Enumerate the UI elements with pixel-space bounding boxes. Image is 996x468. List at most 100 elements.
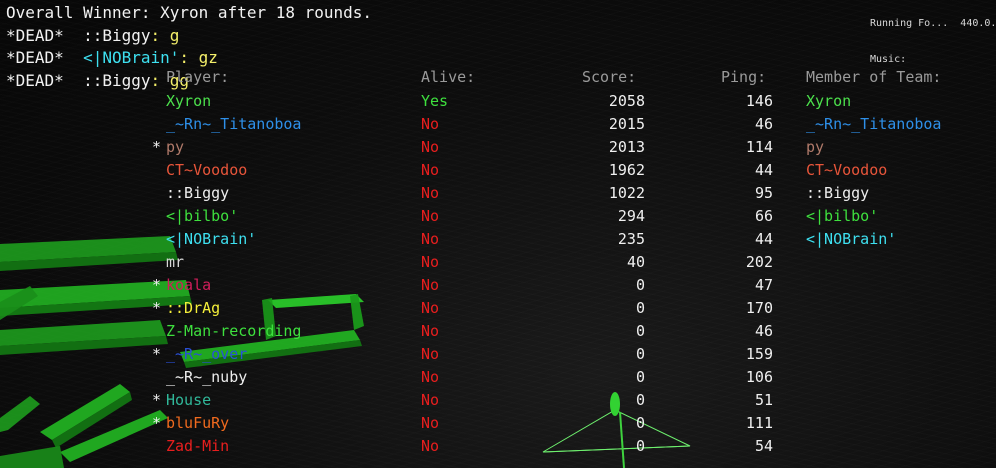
player-row: CT~Voodoo No 1962 44 CT~Voodoo (0, 159, 996, 182)
header-ping: Ping: (721, 68, 767, 86)
player-ping: 54 (754, 437, 773, 455)
player-row: Xyron Yes 2058 146 Xyron (0, 90, 996, 113)
player-name: Z-Man-recording (166, 322, 302, 340)
player-row: * py No 2013 114 py (0, 136, 996, 159)
player-team: _~Rn~_Titanoboa (806, 115, 942, 133)
player-name: <|NOBrain' (166, 230, 257, 248)
player-team: <|NOBrain' (806, 230, 897, 248)
player-score: 40 (626, 253, 645, 271)
player-row: * koala No 0 47 (0, 274, 996, 297)
player-alive: No (421, 276, 440, 294)
player-alive: No (421, 115, 440, 133)
player-name: CT~Voodoo (166, 161, 248, 179)
player-name: bluFuRy (166, 414, 230, 432)
player-name: ::DrAg (166, 299, 221, 317)
player-score: 2015 (608, 115, 645, 133)
chat-line: *DEAD* <|NOBrain': gz (6, 47, 372, 70)
player-alive: No (421, 207, 440, 225)
player-row: * House No 0 51 (0, 389, 996, 412)
player-ping: 114 (745, 138, 773, 156)
player-row: <|NOBrain' No 235 44 <|NOBrain' (0, 228, 996, 251)
player-ping: 51 (754, 391, 773, 409)
player-alive: Yes (421, 92, 449, 110)
music-label: Music: (870, 54, 907, 65)
player-ping: 111 (745, 414, 773, 432)
player-alive: No (421, 322, 440, 340)
player-row: *::DrAg No 0 170 (0, 297, 996, 320)
player-score: 2013 (608, 138, 645, 156)
player-ping: 66 (754, 207, 773, 225)
player-row: <|bilbo' No 294 66 <|bilbo' (0, 205, 996, 228)
player-alive: No (421, 345, 440, 363)
chat-text: *DEAD* (6, 48, 84, 67)
player-row: mr No 40 202 (0, 251, 996, 274)
player-alive: No (421, 230, 440, 248)
player-name: ::Biggy (166, 184, 230, 202)
player-name: Xyron (166, 92, 212, 110)
player-status-mark: * (152, 414, 162, 432)
player-ping: 47 (754, 276, 773, 294)
player-alive: No (421, 138, 440, 156)
player-status-mark: * (152, 138, 162, 156)
player-alive: No (421, 437, 440, 455)
hud-corner-info: Running Fo... 440.0... Music: (870, 0, 996, 78)
player-score: 0 (635, 299, 645, 317)
player-ping: 159 (745, 345, 773, 363)
player-name: _~R~_over (166, 345, 248, 363)
player-score: 1962 (608, 161, 645, 179)
player-status-mark: * (152, 345, 162, 363)
player-name: <|bilbo' (166, 207, 239, 225)
header-player: Player: (166, 68, 230, 86)
player-score: 0 (635, 437, 645, 455)
player-score: 2058 (608, 92, 645, 110)
player-name: House (166, 391, 212, 409)
player-ping: 170 (745, 299, 773, 317)
player-status-mark: * (152, 299, 162, 317)
player-row: _~R~_nuby No 0 106 (0, 366, 996, 389)
player-ping: 46 (754, 115, 773, 133)
player-alive: No (421, 368, 440, 386)
player-team: py (806, 138, 825, 156)
chat-text: Overall Winner: Xyron after 18 rounds. (6, 3, 373, 22)
chat-line: Overall Winner: Xyron after 18 rounds. (6, 2, 372, 25)
player-row: * bluFuRy No 0 111 (0, 412, 996, 435)
player-row: Zad-Min No 0 54 (0, 435, 996, 458)
player-score: 235 (617, 230, 645, 248)
player-name: _~R~_nuby (166, 368, 248, 386)
player-status-mark: * (152, 391, 162, 409)
player-alive: No (421, 414, 440, 432)
chat-line: *DEAD* ::Biggy: g (6, 25, 372, 48)
player-score: 0 (635, 414, 645, 432)
player-team: ::Biggy (806, 184, 870, 202)
header-alive: Alive: (421, 68, 476, 86)
player-name: _~Rn~_Titanoboa (166, 115, 302, 133)
chat-text: <|NOBrain' (83, 48, 180, 67)
player-name: mr (166, 253, 185, 271)
player-score: 294 (617, 207, 645, 225)
player-team: Xyron (806, 92, 852, 110)
player-score: 1022 (608, 184, 645, 202)
chat-text: ::Biggy (83, 25, 151, 45)
player-alive: No (421, 299, 440, 317)
player-name: Zad-Min (166, 437, 230, 455)
player-row: Z-Man-recording No 0 46 (0, 320, 996, 343)
player-row: * _~R~_over No 0 159 (0, 343, 996, 366)
chat-text: *DEAD* (6, 70, 84, 90)
player-alive: No (421, 391, 440, 409)
player-status-mark: * (152, 276, 162, 294)
player-name: py (166, 138, 185, 156)
player-score: 0 (635, 391, 645, 409)
player-row: _~Rn~_Titanoboa No 2015 46 _~Rn~_Titanoboa (0, 113, 996, 136)
player-alive: No (421, 161, 440, 179)
chat-text: : gz (179, 48, 218, 67)
player-ping: 95 (754, 184, 773, 202)
player-alive: No (421, 184, 440, 202)
player-ping: 44 (754, 230, 773, 248)
player-score: 0 (635, 345, 645, 363)
header-score: Score: (582, 68, 637, 86)
player-ping: 44 (754, 161, 773, 179)
running-info: Running Fo... 440.0... (870, 18, 996, 29)
header-team: Member of Team: (806, 68, 942, 86)
chat-text: : g (150, 25, 180, 45)
player-score: 0 (635, 276, 645, 294)
